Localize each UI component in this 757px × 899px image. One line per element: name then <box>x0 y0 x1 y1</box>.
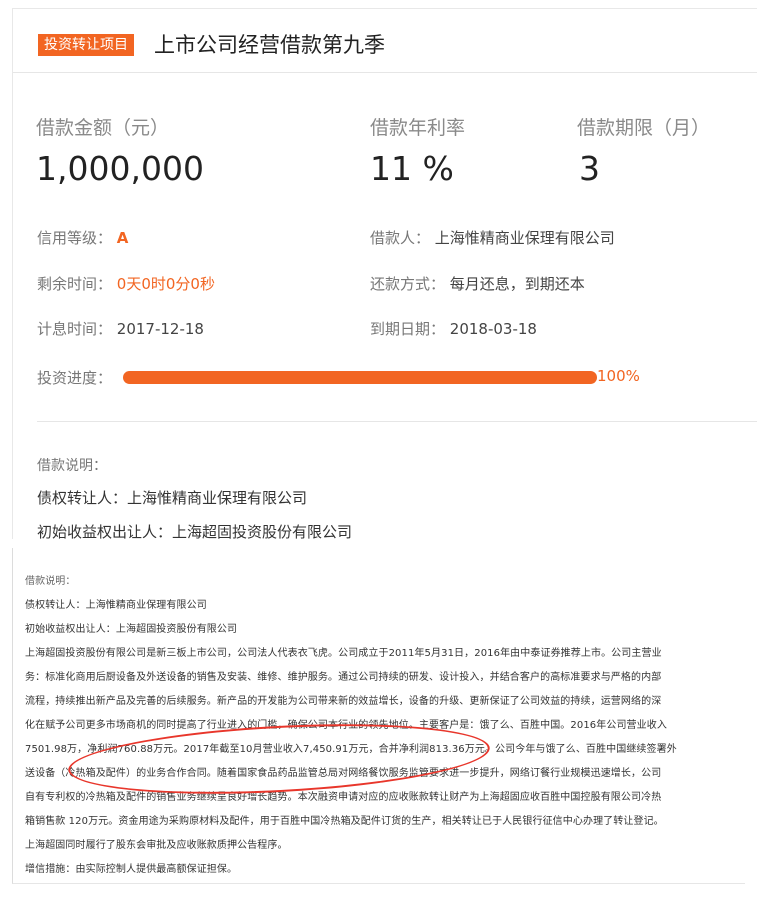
term-label: 借款期限（月） <box>577 117 711 139</box>
remaining-value: 0天0时0分0秒 <box>116 275 215 293</box>
credit-value: A <box>116 229 129 247</box>
interest-label: 计息时间： <box>37 320 113 338</box>
credit-row: 信用等级： A <box>37 227 128 248</box>
term-value: 3 <box>579 149 600 188</box>
doc-line: 借款说明： <box>25 576 76 587</box>
remaining-label: 剩余时间： <box>37 275 113 293</box>
project-type-badge: 投资转让项目 <box>38 34 134 56</box>
doc-line: 上海超固投资股份有限公司是新三板上市公司，公司法人代表衣飞虎。公司成立于2011… <box>25 648 662 659</box>
rate-label: 借款年利率 <box>370 117 466 139</box>
progress-percent: 100% <box>597 367 640 385</box>
doc-line: 增信措施：由实际控制人提供最高额保证担保。 <box>25 864 238 875</box>
borrower-value: 上海惟精商业保理有限公司 <box>434 229 615 247</box>
doc-line: 务：标准化商用后厨设备及外送设备的销售及安装、维修、维护服务。通过公司持续的研发… <box>25 672 662 683</box>
credit-label: 信用等级： <box>37 229 113 247</box>
transferor-text: 债权转让人：上海惟精商业保理有限公司 <box>37 489 308 507</box>
doc-line: 送设备（冷热箱及配件）的业务合作合同。随着国家食品药品监管总局对网络餐饮服务监管… <box>25 768 662 779</box>
repay-label: 还款方式： <box>370 275 446 293</box>
rate-value: 11 % <box>370 149 454 188</box>
loan-description-document: 借款说明： 债权转让人：上海惟精商业保理有限公司 初始收益权出让人：上海超固投资… <box>12 548 745 884</box>
due-value: 2018-03-18 <box>449 320 537 338</box>
doc-line: 7501.98万，净利润760.88万元。2017年截至10月营业收入7,450… <box>25 744 677 755</box>
card-header: 投资转让项目 上市公司经营借款第九季 <box>13 9 757 73</box>
interest-row: 计息时间： 2017-12-18 <box>37 318 204 339</box>
doc-line: 化在赋予公司更多市场商机的同时提高了行业进入的门槛，确保公司本行业的领先地位。主… <box>25 720 667 731</box>
interest-value: 2017-12-18 <box>116 320 204 338</box>
doc-line: 债权转让人：上海惟精商业保理有限公司 <box>25 600 207 611</box>
amount-label: 借款金额（元） <box>36 117 170 139</box>
due-row: 到期日期： 2018-03-18 <box>370 318 537 339</box>
repay-row: 还款方式： 每月还息，到期还本 <box>370 273 585 294</box>
doc-line: 上海超固同时履行了股东会审批及应收账款质押公告程序。 <box>25 840 288 851</box>
repay-value: 每月还息，到期还本 <box>449 275 585 293</box>
amount-value: 1,000,000 <box>36 149 204 188</box>
loan-title: 上市公司经营借款第九季 <box>154 33 385 57</box>
doc-line: 初始收益权出让人：上海超固投资股份有限公司 <box>25 624 238 635</box>
doc-line: 自有专利权的冷热箱及配件的销售业务继续呈良好增长趋势。本次融资申请对应的应收账款… <box>25 792 662 803</box>
doc-line: 流程，持续推出新产品及完善的后续服务。新产品的开发能为公司带来新的效益增长，设备… <box>25 696 662 707</box>
progress-bar <box>123 371 597 384</box>
description-title: 借款说明： <box>37 458 107 474</box>
doc-line: 箱销售款 120万元。资金用途为采购原材料及配件，用于百胜中国冷热箱及配件订货的… <box>25 816 664 827</box>
remaining-row: 剩余时间： 0天0时0分0秒 <box>37 273 215 294</box>
progress-label: 投资进度： <box>37 369 113 387</box>
borrower-row: 借款人： 上海惟精商业保理有限公司 <box>370 227 615 248</box>
borrower-label: 借款人： <box>370 229 431 247</box>
due-label: 到期日期： <box>370 320 446 338</box>
initial-transferor-text: 初始收益权出让人：上海超固投资股份有限公司 <box>37 523 353 541</box>
section-divider <box>37 421 757 422</box>
loan-card: 投资转让项目 上市公司经营借款第九季 借款金额（元） 1,000,000 借款年… <box>12 8 757 541</box>
